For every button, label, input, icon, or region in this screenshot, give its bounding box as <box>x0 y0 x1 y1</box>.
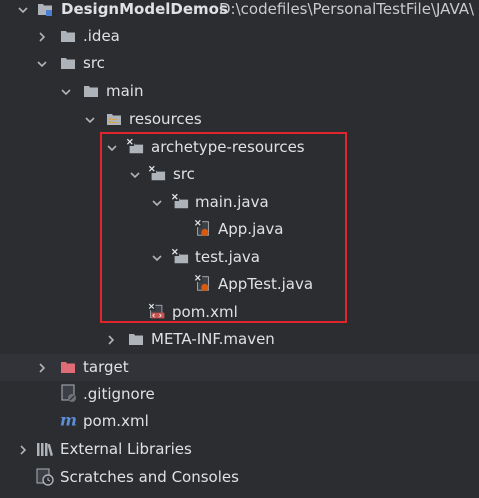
chevron-down-icon[interactable] <box>149 195 165 211</box>
tree-item-label: External Libraries <box>60 440 192 458</box>
tree-row-inner-pom[interactable]: pom.xml <box>0 299 479 326</box>
chevron-down-icon[interactable] <box>127 167 143 183</box>
tree-row-test-java[interactable]: test.java <box>0 244 479 271</box>
tree-item-label: main.java <box>195 193 269 211</box>
folder-icon <box>59 54 77 72</box>
tree-row-project-root[interactable]: DesignModelDemos D:\codefiles\PersonalTe… <box>0 0 479 23</box>
chevron-down-icon[interactable] <box>104 140 120 156</box>
tree-item-label: test.java <box>195 248 261 266</box>
tree-item-label: .idea <box>83 27 120 45</box>
tree-row-apptest-java[interactable]: AppTest.java <box>0 271 479 298</box>
tree-row-target[interactable]: target <box>0 354 479 381</box>
tree-row-main[interactable]: main <box>0 78 479 105</box>
tree-row-scratches[interactable]: Scratches and Consoles <box>0 464 479 491</box>
java-file-icon <box>194 274 212 292</box>
tree-row-gitignore[interactable]: .gitignore <box>0 381 479 408</box>
tree-row-main-java[interactable]: main.java <box>0 189 479 216</box>
tree-row-meta-inf[interactable]: META-INF.maven <box>0 326 479 353</box>
tree-item-label: META-INF.maven <box>151 330 275 348</box>
tree-row-app-java[interactable]: App.java <box>0 216 479 243</box>
module-icon <box>36 0 54 18</box>
chevron-down-icon[interactable] <box>58 84 74 100</box>
unmarked-folder-icon <box>171 192 189 210</box>
xml-file-icon <box>148 302 166 320</box>
tree-item-label: main <box>106 82 144 100</box>
tree-row-resources[interactable]: resources <box>0 106 479 133</box>
chevron-down-icon[interactable] <box>15 2 31 18</box>
scratches-icon <box>36 468 54 486</box>
tree-row-root-pom[interactable]: m pom.xml <box>0 408 479 435</box>
tree-item-label: AppTest.java <box>218 275 314 293</box>
tree-item-label: Scratches and Consoles <box>60 468 239 486</box>
chevron-right-icon[interactable] <box>15 442 31 458</box>
folder-icon <box>59 27 77 45</box>
unmarked-folder-icon <box>126 137 144 155</box>
tree-row-src[interactable]: src <box>0 50 479 77</box>
tree-item-label: src <box>173 165 195 183</box>
tree-item-label: src <box>83 54 105 72</box>
tree-item-label: resources <box>129 110 202 128</box>
chevron-right-icon[interactable] <box>34 29 50 45</box>
chevron-right-icon[interactable] <box>34 360 50 376</box>
tree-row-archetype-src[interactable]: src <box>0 161 479 188</box>
libraries-icon <box>36 440 54 458</box>
resources-folder-icon <box>105 110 123 128</box>
svg-text:m: m <box>60 410 77 429</box>
folder-icon <box>127 330 145 348</box>
unmarked-folder-icon <box>171 247 189 265</box>
chevron-right-icon[interactable] <box>103 332 119 348</box>
tree-row-external-libraries[interactable]: External Libraries <box>0 436 479 463</box>
tree-item-label: pom.xml <box>172 303 238 321</box>
tree-item-label: .gitignore <box>83 385 155 403</box>
chevron-down-icon[interactable] <box>34 56 50 72</box>
project-name: DesignModelDemos <box>61 0 228 18</box>
tree-item-label: pom.xml <box>83 412 149 430</box>
tree-row-idea[interactable]: .idea <box>0 23 479 50</box>
tree-item-label: archetype-resources <box>151 138 305 156</box>
java-file-icon <box>194 219 212 237</box>
excluded-folder-icon <box>59 358 77 376</box>
tree-item-label: App.java <box>218 220 284 238</box>
tree-item-label: target <box>83 358 129 376</box>
folder-icon <box>82 82 100 100</box>
tree-row-archetype-resources[interactable]: archetype-resources <box>0 134 479 161</box>
chevron-down-icon[interactable] <box>149 250 165 266</box>
project-path: D:\codefiles\PersonalTestFile\JAVA\ <box>219 0 475 18</box>
chevron-down-icon[interactable] <box>82 112 98 128</box>
unmarked-folder-icon <box>148 164 166 182</box>
gitignore-icon <box>60 384 78 402</box>
maven-icon: m <box>59 410 77 429</box>
